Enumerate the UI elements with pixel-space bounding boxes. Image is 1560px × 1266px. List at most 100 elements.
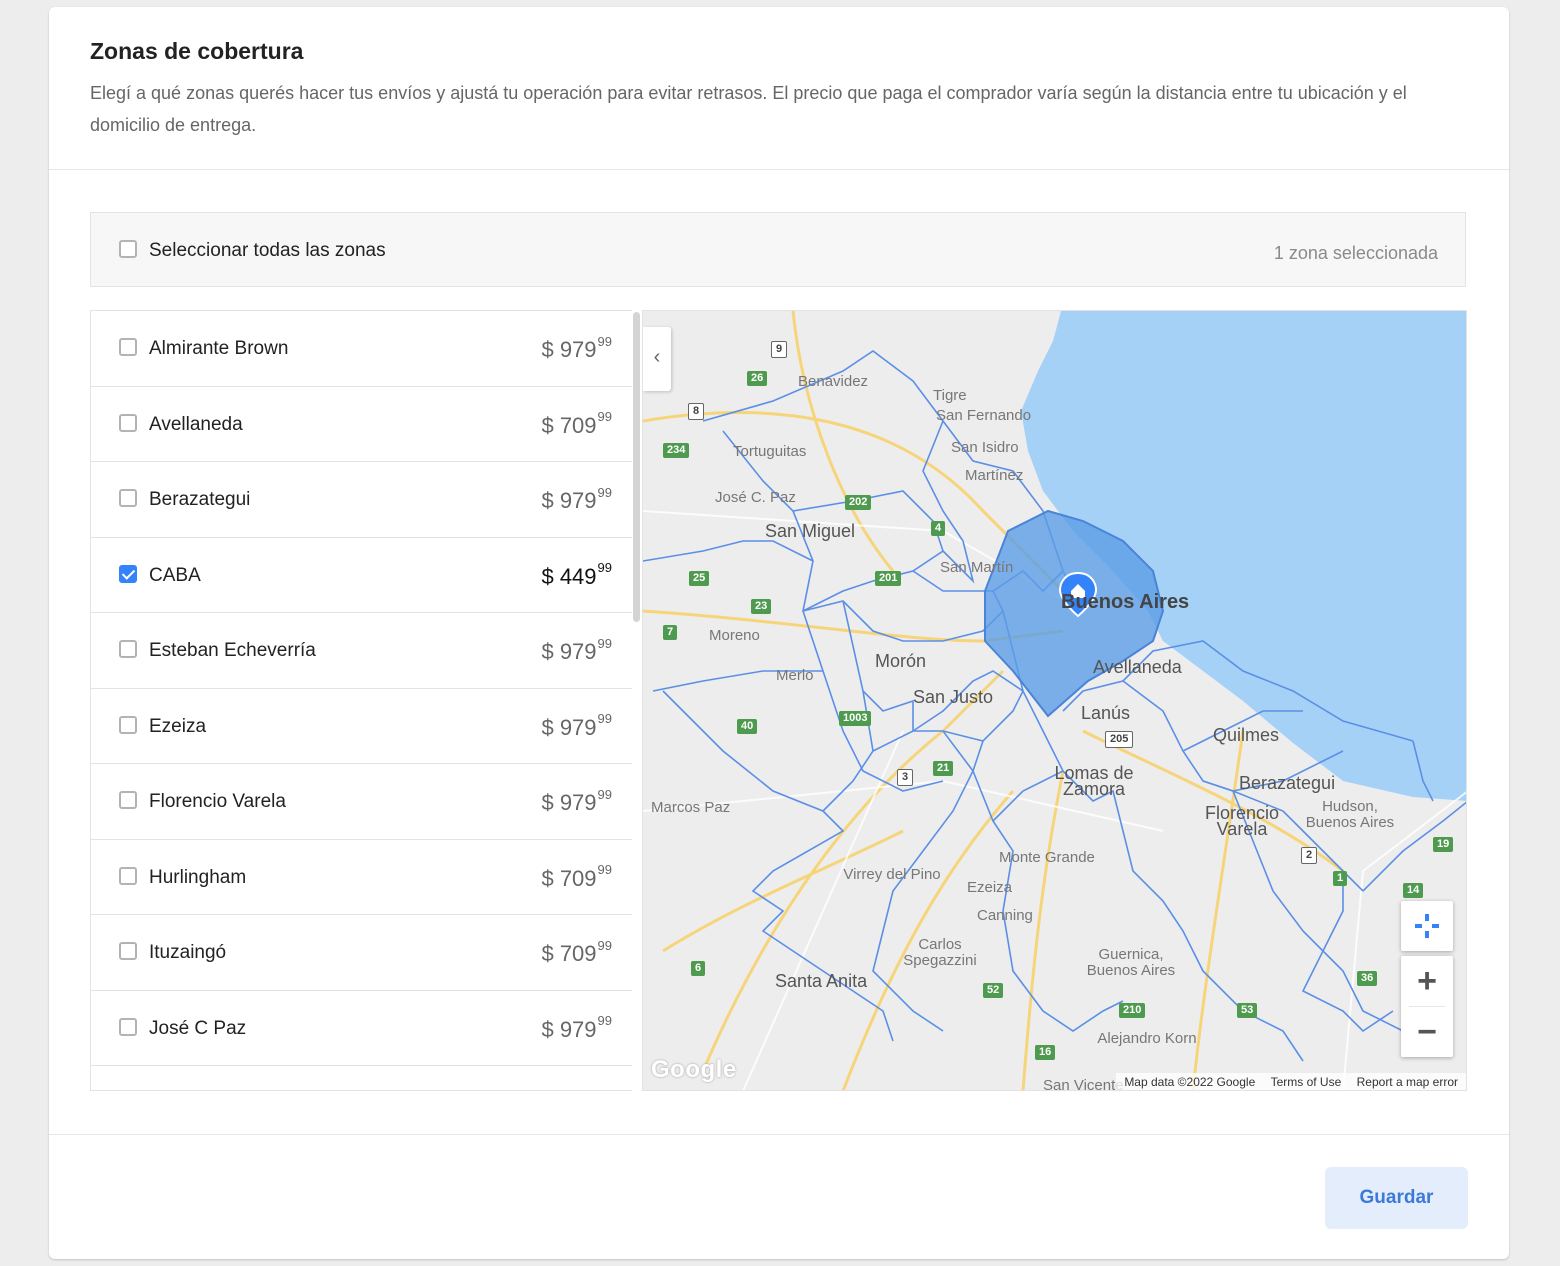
map-place-label: Buenos Aires — [1061, 591, 1190, 613]
zone-checkbox[interactable] — [119, 942, 137, 960]
zone-row[interactable]: Avellaneda $ 70999 — [91, 387, 632, 462]
footer-divider — [49, 1134, 1509, 1135]
route-shield: 8 — [688, 403, 705, 420]
zone-price: $ 97999 — [541, 333, 612, 363]
map-place-label: Avellaneda — [1093, 657, 1182, 677]
route-shield: 205 — [1105, 731, 1134, 748]
selected-count: 1 zona seleccionada — [1273, 243, 1438, 263]
map-place-label: San Fernando — [936, 407, 1032, 424]
zone-checkbox[interactable] — [119, 715, 137, 734]
zone-row[interactable]: Hurlingham $ 70999 — [91, 840, 632, 915]
route-shield: 6 — [691, 961, 706, 976]
price-currency: $ — [541, 865, 554, 891]
price-integer: 979 — [559, 1016, 597, 1042]
zone-price: $ 97999 — [541, 1014, 612, 1043]
zone-row[interactable]: Florencio Varela $ 97999 — [91, 764, 632, 840]
map-place-label: San Miguel — [765, 521, 856, 541]
zone-name: Avellaneda — [149, 413, 243, 435]
map-place-label: Monte Grande — [999, 849, 1095, 866]
zone-row[interactable]: Berazategui $ 97999 — [91, 462, 632, 538]
zoom-out-button[interactable]: − — [1401, 1007, 1453, 1057]
price-currency: $ — [541, 941, 554, 966]
zone-row[interactable]: Almirante Brown $ 97999 — [91, 311, 632, 387]
map-place-label: Hudson, Buenos Aires — [1305, 798, 1395, 831]
zone-row[interactable]: Ituzaingó $ 70999 — [91, 915, 632, 991]
map-canvas[interactable] — [643, 311, 1467, 1091]
zone-checkbox[interactable] — [119, 791, 137, 809]
route-shield: 53 — [1237, 1003, 1258, 1018]
zone-row[interactable]: CABA $ 44999 — [91, 538, 632, 613]
zone-checkbox[interactable] — [119, 564, 137, 583]
coverage-map[interactable]: Benavidez Tigre San Fernando San Isidro Mart… — [642, 310, 1467, 1091]
route-shield: 2 — [1301, 847, 1318, 864]
map-place-label: Lomas de Zamora — [1054, 763, 1134, 799]
page-title: Zonas de cobertura — [90, 38, 304, 64]
coverage-zones-card: Zonas de cobertura Elegí a qué zonas que… — [49, 7, 1509, 1259]
zone-price: $ 70999 — [541, 863, 612, 892]
recenter-button[interactable] — [1401, 901, 1453, 951]
save-button[interactable]: Guardar — [1325, 1167, 1468, 1229]
select-all-checkbox[interactable] — [119, 240, 137, 258]
map-place-label: Santa Anita — [775, 971, 868, 991]
zone-checkbox[interactable] — [119, 1017, 137, 1036]
price-currency: $ — [541, 639, 554, 664]
map-place-label: Martínez — [965, 467, 1024, 484]
route-shield: 14 — [1403, 883, 1424, 898]
zone-name: Ezeiza — [149, 715, 207, 737]
map-place-label: José C. Paz — [715, 489, 796, 506]
price-currency: $ — [541, 1016, 554, 1042]
zone-checkbox[interactable] — [119, 489, 137, 507]
zone-checkbox[interactable] — [119, 338, 137, 356]
route-shield: 21 — [933, 761, 954, 776]
route-shield: 52 — [983, 983, 1004, 998]
zone-name: José C Paz — [149, 1017, 247, 1039]
map-place-label: Merlo — [776, 667, 814, 684]
price-integer: 979 — [559, 790, 597, 815]
price-cents: 99 — [597, 937, 612, 953]
zone-name: Almirante Brown — [149, 338, 289, 359]
route-shield: 3 — [897, 769, 914, 786]
route-shield: 201 — [875, 571, 902, 586]
price-currency: $ — [541, 563, 554, 589]
price-cents: 99 — [597, 333, 612, 349]
price-cents: 99 — [597, 711, 612, 727]
zone-row[interactable]: Esteban Echeverría $ 97999 — [91, 613, 632, 689]
zone-checkbox[interactable] — [119, 413, 137, 432]
map-place-label: Moreno — [709, 627, 760, 644]
zone-name: Ituzaingó — [149, 942, 227, 963]
price-integer: 709 — [559, 941, 597, 966]
zone-list-scrollbar[interactable] — [632, 310, 642, 1091]
terms-of-use-link[interactable]: Terms of Use — [1271, 1075, 1342, 1089]
zoom-in-button[interactable]: + — [1401, 956, 1453, 1006]
zone-row[interactable]: José C Paz $ 97999 — [91, 991, 632, 1066]
report-map-error-link[interactable]: Report a map error — [1357, 1075, 1458, 1089]
select-all-label[interactable]: Seleccionar todas las zonas — [149, 240, 386, 262]
price-integer: 979 — [559, 639, 597, 664]
map-place-label: San Martín — [940, 559, 1014, 576]
price-cents: 99 — [597, 635, 612, 651]
route-shield: 16 — [1035, 1045, 1056, 1060]
zone-list: Almirante Brown $ 97999 Avellaneda $ 70999 B… — [90, 310, 632, 1091]
map-place-label: Quilmes — [1213, 725, 1280, 745]
price-currency: $ — [541, 714, 554, 740]
map-place-label: San Isidro — [951, 439, 1019, 456]
price-integer: 709 — [559, 865, 597, 891]
zone-checkbox[interactable] — [119, 866, 137, 885]
price-cents: 99 — [597, 862, 612, 878]
zone-checkbox[interactable] — [119, 640, 137, 658]
scrollbar-thumb[interactable] — [633, 312, 640, 622]
price-currency: $ — [541, 337, 554, 362]
price-currency: $ — [541, 488, 554, 513]
zoom-control: + − — [1401, 956, 1453, 1057]
price-cents: 99 — [597, 560, 612, 576]
route-shield: 9 — [771, 341, 788, 358]
zone-row[interactable]: Ezeiza $ 97999 — [91, 689, 632, 764]
price-cents: 99 — [597, 786, 612, 802]
zone-name: Berazategui — [149, 489, 251, 510]
zone-price: $ 97999 — [541, 635, 612, 665]
collapse-list-button[interactable]: ‹ — [643, 327, 671, 391]
map-place-label: Carlos Spegazzini — [903, 936, 977, 969]
zone-row-partial[interactable] — [91, 1066, 632, 1090]
route-shield: 40 — [737, 719, 758, 734]
map-place-label: Marcos Paz — [651, 799, 731, 816]
